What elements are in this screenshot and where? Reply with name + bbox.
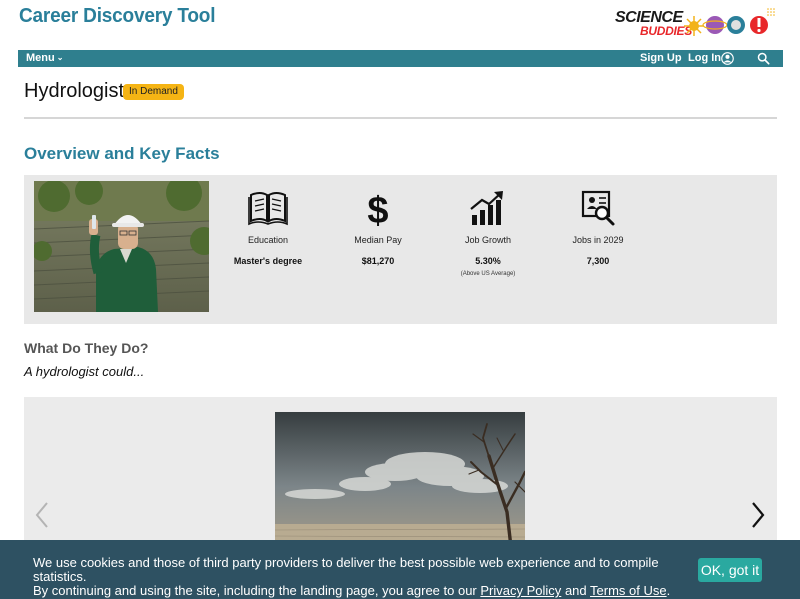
fact-value: 5.30% [475, 256, 501, 266]
in-demand-badge: In Demand [123, 84, 184, 100]
what-they-do-heading: What Do They Do? [24, 340, 149, 356]
cookie-line-2: By continuing and using the site, includ… [33, 583, 477, 598]
menu-label: Menu [26, 52, 55, 64]
user-icon[interactable] [721, 52, 734, 65]
ok-got-it-button[interactable]: OK, got it [698, 558, 762, 582]
svg-text:$: $ [367, 190, 388, 227]
menu-button[interactable]: Menu ⌄ [26, 52, 63, 64]
cookie-period: . [666, 583, 671, 598]
logo-symbols-icon [684, 8, 775, 36]
cookie-banner: We use cookies and those of third party … [0, 540, 800, 599]
search-icon[interactable] [757, 52, 770, 65]
fact-job-growth: Job Growth 5.30% (Above US Average) [433, 175, 543, 324]
fact-median-pay: $ Median Pay $81,270 [323, 175, 433, 324]
growth-chart-icon [470, 191, 503, 225]
fact-label: Jobs in 2029 [572, 235, 624, 245]
fact-note: (Above US Average) [460, 271, 516, 277]
cookie-and-text: and [564, 583, 587, 598]
log-in-link[interactable]: Log In [688, 52, 721, 64]
carousel-image-dry-landscape [275, 412, 525, 547]
page: Career Discovery Tool SCIENCE BUDDIES Me… [0, 0, 800, 599]
privacy-policy-link[interactable]: Privacy Policy [480, 583, 561, 598]
fact-label: Job Growth [464, 235, 512, 245]
main-navbar: Menu ⌄ Sign Up Log In [18, 50, 783, 67]
fact-education: Education Master's degree [213, 175, 323, 324]
book-icon [248, 192, 288, 226]
science-buddies-logo[interactable]: SCIENCE BUDDIES [614, 6, 778, 42]
dollar-icon: $ [367, 190, 388, 227]
cookie-line-1: We use cookies and those of third party … [33, 555, 659, 584]
overview-heading: Overview and Key Facts [24, 144, 220, 163]
fact-label: Education [247, 235, 289, 245]
what-they-do-subheading: A hydrologist could... [24, 364, 145, 379]
fact-value: 7,300 [586, 256, 610, 266]
fact-jobs-2029: Jobs in 2029 7,300 [543, 175, 653, 324]
career-title: Hydrologist [24, 80, 125, 102]
key-facts-panel: Education Master's degree $ Median Pay $… [24, 175, 777, 324]
fact-value: Master's degree [233, 256, 303, 266]
title-divider [24, 117, 777, 119]
image-carousel [24, 397, 777, 557]
chevron-down-icon: ⌄ [56, 53, 64, 62]
job-search-icon [581, 190, 615, 226]
hydrologist-photo [34, 181, 209, 312]
terms-of-use-link[interactable]: Terms of Use [590, 583, 667, 598]
fact-label: Median Pay [354, 235, 402, 245]
sign-up-link[interactable]: Sign Up [640, 52, 682, 64]
chevron-left-icon[interactable] [34, 501, 50, 529]
site-title[interactable]: Career Discovery Tool [19, 5, 215, 28]
fact-value: $81,270 [361, 256, 395, 266]
cookie-message: We use cookies and those of third party … [33, 556, 693, 598]
chevron-right-icon[interactable] [750, 501, 766, 529]
